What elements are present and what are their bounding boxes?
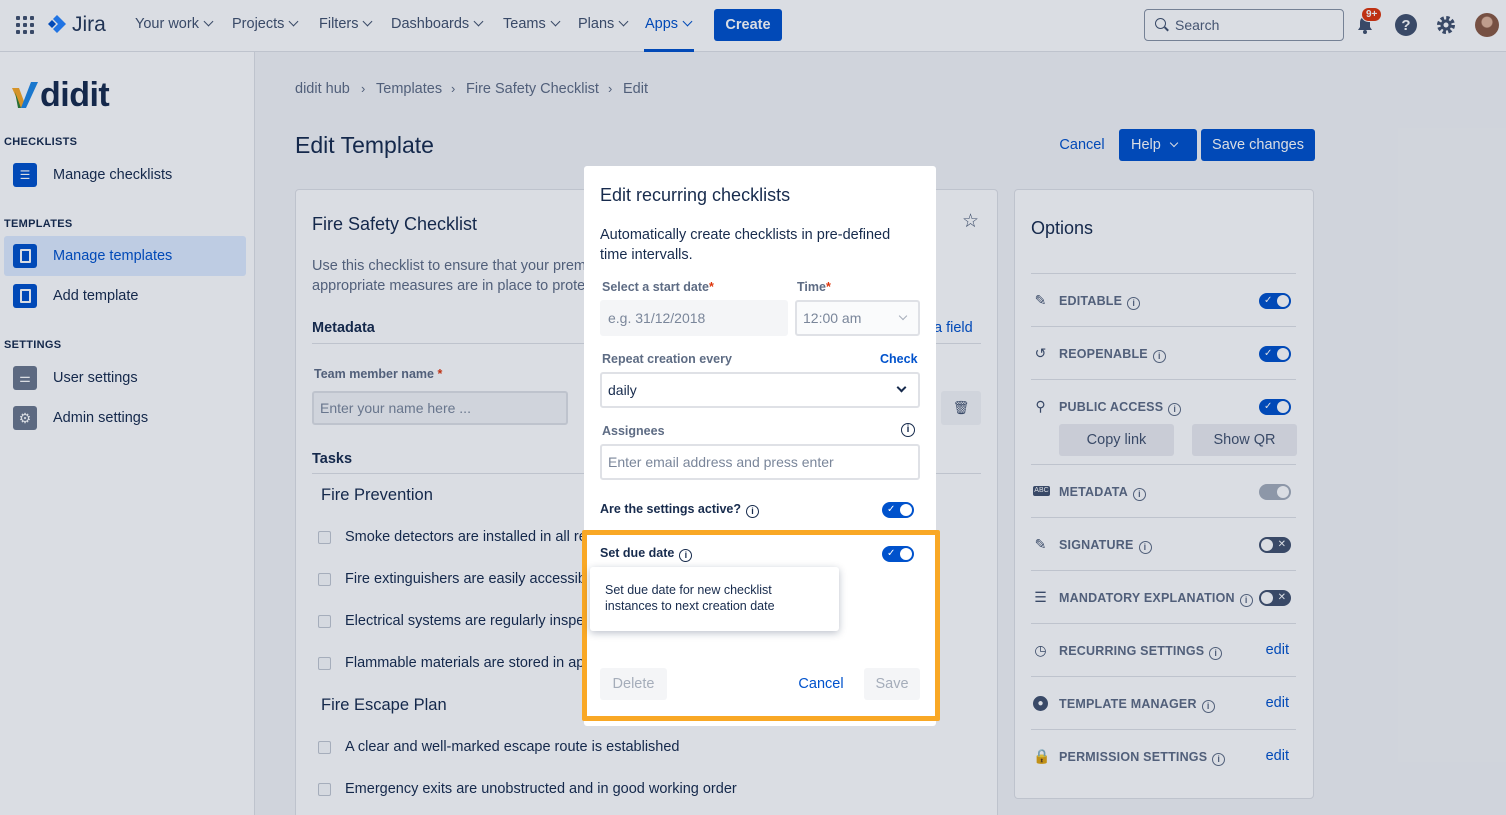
repeat-value: daily [608,382,637,398]
assignees-label: Assignees [602,424,665,438]
description-line: time intervalls. [600,247,693,263]
chevron-down-icon [896,382,907,393]
assignees-input[interactable]: Enter email address and press enter [600,444,920,480]
repeat-label: Repeat creation every [602,352,732,366]
check-icon: ✓ [887,504,896,515]
time-value: 12:00 am [803,310,862,326]
assignees-info-icon[interactable]: i [901,423,915,437]
info-icon[interactable]: i [746,505,760,518]
repeat-interval-select[interactable]: daily [600,372,920,408]
due-date-tooltip: Set due date for new checklist instances… [590,567,839,631]
start-date-label: Select a start date* [602,280,714,294]
chevron-down-icon [898,311,908,321]
description-line: Automatically create checklists in pre-d… [600,227,891,243]
settings-active-label: Are the settings active? i [600,502,760,518]
tooltip-line: Set due date for new checklist [605,583,772,597]
dialog-title: Edit recurring checklists [600,185,791,205]
start-date-input[interactable]: e.g. 31/12/2018 [600,300,788,336]
dialog-description: Automatically create checklists in pre-d… [600,225,890,265]
tooltip-line: instances to next creation date [605,599,775,613]
check-link[interactable]: Check [880,352,918,366]
time-label: Time* [797,280,831,294]
time-select[interactable]: 12:00 am [795,300,920,336]
settings-active-toggle[interactable]: ✓ [882,502,914,518]
